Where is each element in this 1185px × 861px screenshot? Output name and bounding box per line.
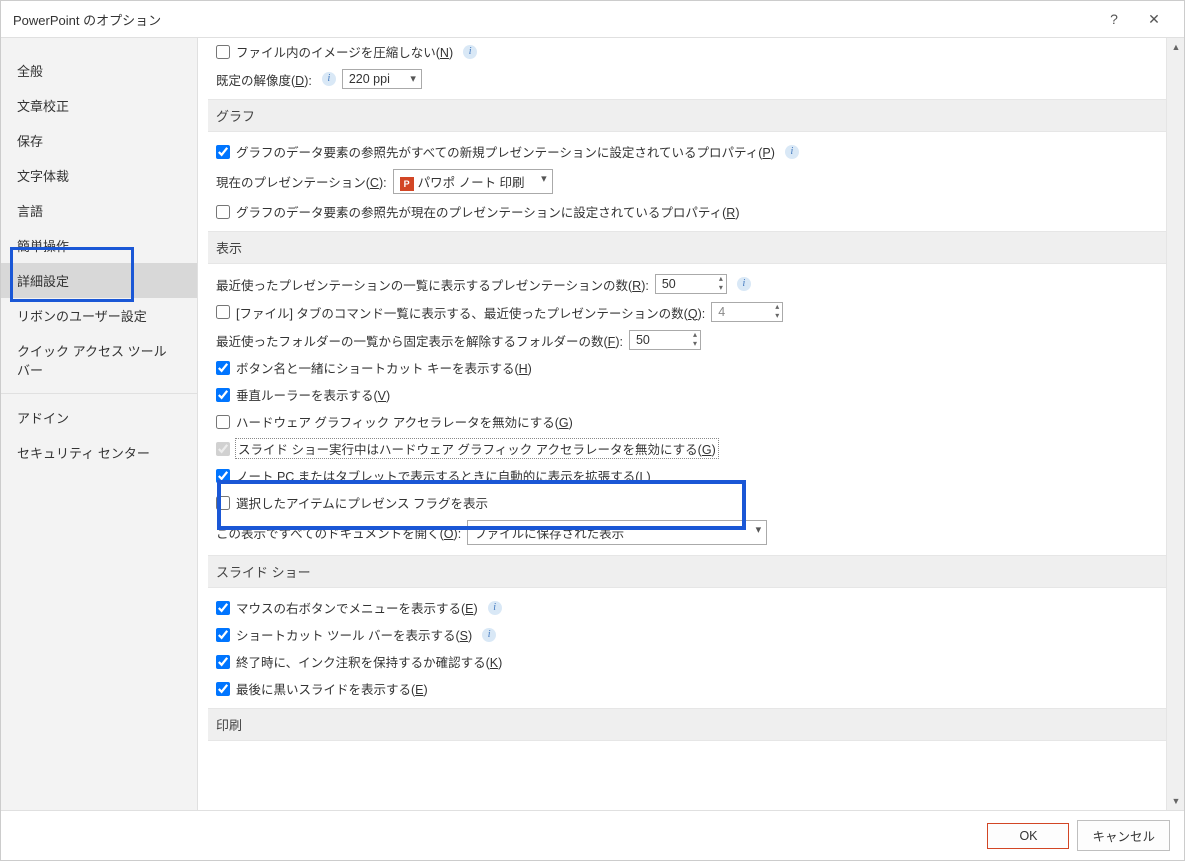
scroll-up-icon[interactable]: ▲ xyxy=(1167,38,1184,56)
sidebar-item-trust-center[interactable]: セキュリティ センター xyxy=(1,435,197,470)
info-icon[interactable]: i xyxy=(322,72,336,86)
default-resolution-row: 既定の解像度(D): i 220 ppi xyxy=(208,65,1166,93)
checkbox-show-shortcut[interactable] xyxy=(216,361,230,375)
info-icon[interactable]: i xyxy=(488,601,502,615)
info-icon[interactable]: i xyxy=(463,45,477,59)
sidebar-item-language[interactable]: 言語 xyxy=(1,193,197,228)
folders-spinner[interactable]: 50 xyxy=(629,330,701,350)
scrollbar[interactable]: ▲ ▼ xyxy=(1166,38,1184,810)
checkbox-ink-keep[interactable] xyxy=(216,655,230,669)
checkbox-laptop-extend[interactable] xyxy=(216,469,230,483)
checkbox-ink-keep-label: 終了時に、インク注釈を保持するか確認する(K) xyxy=(236,652,502,671)
sidebar-item-proofing[interactable]: 文章校正 xyxy=(1,88,197,123)
group-graph: グラフ グラフのデータ要素の参照先がすべての新規プレゼンテーションに設定されてい… xyxy=(208,93,1166,225)
checkbox-rclick-menu-label: マウスの右ボタンでメニューを表示する(E) xyxy=(236,598,478,617)
checkbox-compress[interactable] xyxy=(216,45,230,59)
group-display: 表示 最近使ったプレゼンテーションの一覧に表示するプレゼンテーションの数(R):… xyxy=(208,225,1166,549)
content-area: ファイル内のイメージを圧縮しない(N) i 既定の解像度(D): i 220 p… xyxy=(198,38,1184,810)
group-title-display: 表示 xyxy=(208,231,1166,264)
powerpoint-icon: P xyxy=(400,177,414,191)
content-scroll[interactable]: ファイル内のイメージを圧縮しない(N) i 既定の解像度(D): i 220 p… xyxy=(198,38,1184,810)
checkbox-rclick-menu[interactable] xyxy=(216,601,230,615)
sidebar-item-save[interactable]: 保存 xyxy=(1,123,197,158)
checkbox-graph-new-label: グラフのデータ要素の参照先がすべての新規プレゼンテーションに設定されているプロパ… xyxy=(236,142,775,161)
checkbox-laptop-extend-label: ノート PC またはタブレットで表示するときに自動的に表示を拡張する(L) xyxy=(236,466,651,485)
checkbox-graph-new[interactable] xyxy=(216,145,230,159)
info-icon[interactable]: i xyxy=(785,145,799,159)
checkbox-presence-label: 選択したアイテムにプレゼンス フラグを表示 xyxy=(236,493,488,512)
options-dialog: PowerPoint のオプション ? ✕ 全般 文章校正 保存 文字体裁 言語… xyxy=(0,0,1185,861)
sidebar-item-general[interactable]: 全般 xyxy=(1,53,197,88)
quick-access-spinner[interactable]: 4 xyxy=(711,302,783,322)
dialog-title: PowerPoint のオプション xyxy=(13,10,1094,29)
group-title-print: 印刷 xyxy=(208,708,1166,741)
checkbox-shortcut-toolbar[interactable] xyxy=(216,628,230,642)
cancel-button[interactable]: キャンセル xyxy=(1077,820,1170,851)
dialog-footer: OK キャンセル xyxy=(1,810,1184,860)
sidebar-item-quick-access[interactable]: クイック アクセス ツール バー xyxy=(1,333,197,387)
checkbox-hw-accel[interactable] xyxy=(216,415,230,429)
open-docs-select[interactable]: ファイルに保存された表示 xyxy=(467,520,767,545)
recent-pres-label: 最近使ったプレゼンテーションの一覧に表示するプレゼンテーションの数(R): xyxy=(216,275,649,294)
open-docs-label: この表示ですべてのドキュメントを開く(O): xyxy=(216,523,461,542)
info-icon[interactable]: i xyxy=(482,628,496,642)
current-presentation-label: 現在のプレゼンテーション(C): xyxy=(216,172,387,191)
checkbox-end-black-label: 最後に黒いスライドを表示する(E) xyxy=(236,679,428,698)
checkbox-graph-current[interactable] xyxy=(216,205,230,219)
sidebar-item-ease[interactable]: 簡単操作 xyxy=(1,228,197,263)
checkbox-vertical-ruler[interactable] xyxy=(216,388,230,402)
dialog-body: 全般 文章校正 保存 文字体裁 言語 簡単操作 詳細設定 リボンのユーザー設定 … xyxy=(1,38,1184,810)
checkbox-show-shortcut-label: ボタン名と一緒にショートカット キーを表示する(H) xyxy=(236,358,532,377)
scroll-down-icon[interactable]: ▼ xyxy=(1167,792,1184,810)
checkbox-end-black[interactable] xyxy=(216,682,230,696)
ok-button[interactable]: OK xyxy=(987,823,1069,849)
sidebar-item-typography[interactable]: 文字体裁 xyxy=(1,158,197,193)
group-title-slideshow: スライド ショー xyxy=(208,555,1166,588)
checkbox-hw-accel-label: ハードウェア グラフィック アクセラレータを無効にする(G) xyxy=(236,412,573,431)
info-icon[interactable]: i xyxy=(737,277,751,291)
checkbox-graph-current-label: グラフのデータ要素の参照先が現在のプレゼンテーションに設定されているプロパティ(… xyxy=(236,202,740,221)
sidebar-separator xyxy=(1,393,197,394)
checkbox-compress-row: ファイル内のイメージを圧縮しない(N) i xyxy=(208,38,1166,65)
folders-label: 最近使ったフォルダーの一覧から固定表示を解除するフォルダーの数(F): xyxy=(216,331,623,350)
checkbox-vertical-ruler-label: 垂直ルーラーを表示する(V) xyxy=(236,385,390,404)
group-title-graph: グラフ xyxy=(208,99,1166,132)
checkbox-slideshow-hw-accel[interactable] xyxy=(216,442,230,456)
checkbox-quick-access-count[interactable] xyxy=(216,305,230,319)
sidebar-item-advanced[interactable]: 詳細設定 xyxy=(1,263,197,298)
sidebar: 全般 文章校正 保存 文字体裁 言語 簡単操作 詳細設定 リボンのユーザー設定 … xyxy=(1,38,198,810)
group-print: 印刷 xyxy=(208,702,1166,741)
default-resolution-label: 既定の解像度(D): xyxy=(216,70,312,89)
close-button[interactable]: ✕ xyxy=(1134,11,1174,28)
sidebar-item-customize-ribbon[interactable]: リボンのユーザー設定 xyxy=(1,298,197,333)
checkbox-presence[interactable] xyxy=(216,496,230,510)
help-button[interactable]: ? xyxy=(1094,11,1134,27)
resolution-select[interactable]: 220 ppi xyxy=(342,69,422,89)
current-presentation-select[interactable]: Pパワポ ノート 印刷 xyxy=(393,169,553,194)
group-slideshow: スライド ショー マウスの右ボタンでメニューを表示する(E) i ショートカット… xyxy=(208,549,1166,702)
checkbox-slideshow-hw-accel-label: スライド ショー実行中はハードウェア グラフィック アクセラレータを無効にする(… xyxy=(236,439,718,458)
sidebar-item-addins[interactable]: アドイン xyxy=(1,400,197,435)
titlebar: PowerPoint のオプション ? ✕ xyxy=(1,1,1184,38)
recent-pres-spinner[interactable]: 50 xyxy=(655,274,727,294)
checkbox-shortcut-toolbar-label: ショートカット ツール バーを表示する(S) xyxy=(236,625,472,644)
quick-access-count-label: [ファイル] タブのコマンド一覧に表示する、最近使ったプレゼンテーションの数(Q… xyxy=(236,303,705,322)
checkbox-compress-label: ファイル内のイメージを圧縮しない(N) xyxy=(236,42,453,61)
